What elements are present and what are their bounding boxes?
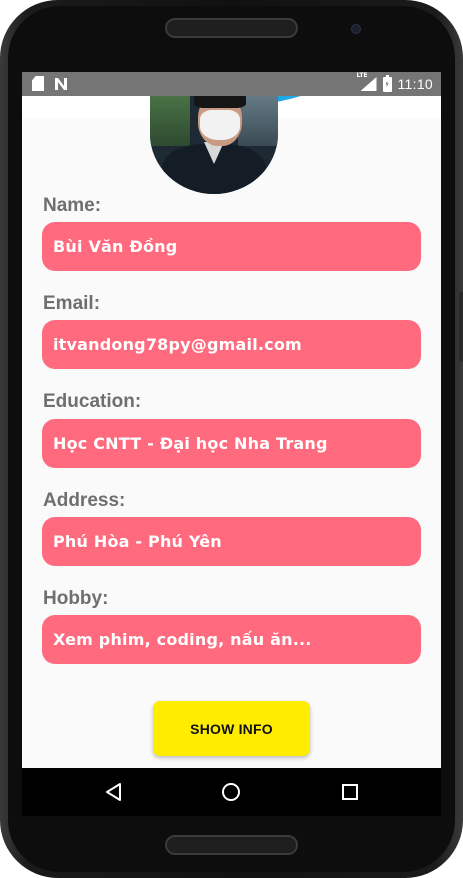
education-field[interactable]: Học CNTT - Đại học Nha Trang: [42, 419, 421, 468]
recents-icon[interactable]: [340, 782, 360, 802]
status-time: 11:10: [397, 76, 433, 92]
name-label: Name:: [43, 195, 102, 216]
top-speaker: [165, 18, 298, 38]
hobby-field[interactable]: Xem phim, coding, nấu ăn...: [42, 615, 421, 664]
address-label: Address:: [43, 490, 126, 511]
profile-avatar: [150, 86, 278, 194]
back-icon[interactable]: [104, 782, 124, 802]
device-frame: LTE 11:10 Name: Bùi Văn Đồng Email: itva…: [0, 0, 463, 878]
home-icon[interactable]: [221, 782, 241, 802]
email-label: Email:: [43, 293, 101, 314]
bottom-speaker: [165, 835, 298, 855]
n-notification-icon: [54, 77, 68, 91]
sd-card-icon: [32, 76, 44, 91]
address-field[interactable]: Phú Hòa - Phú Yên: [42, 517, 421, 566]
lte-signal-icon: LTE: [357, 72, 377, 91]
name-field[interactable]: Bùi Văn Đồng: [42, 222, 421, 271]
lte-label: LTE: [356, 72, 368, 79]
side-button: [459, 292, 463, 362]
app-screen: LTE 11:10 Name: Bùi Văn Đồng Email: itva…: [22, 72, 441, 768]
status-bar: LTE 11:10: [22, 72, 441, 96]
show-info-button[interactable]: SHOW INFO: [153, 701, 310, 756]
navigation-bar: [22, 768, 441, 816]
hobby-label: Hobby:: [43, 588, 109, 609]
education-label: Education:: [43, 391, 142, 412]
battery-charging-icon: [382, 74, 392, 92]
email-field[interactable]: itvandong78py@gmail.com: [42, 320, 421, 369]
front-camera: [351, 24, 361, 34]
